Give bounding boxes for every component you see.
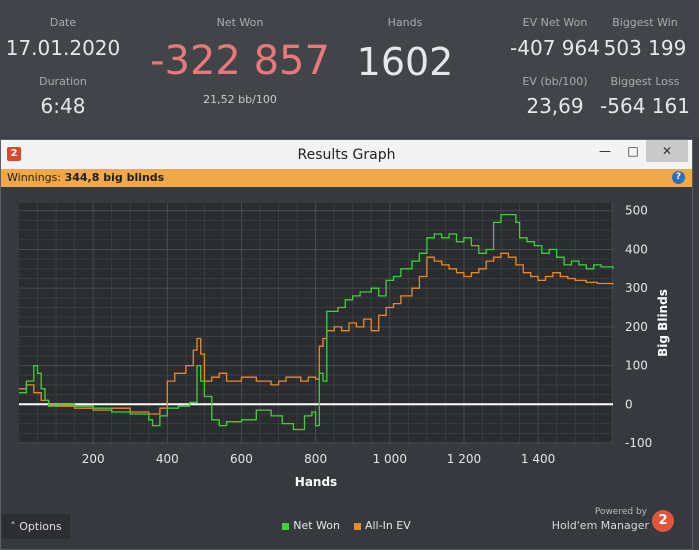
help-icon[interactable]: ? <box>672 171 685 184</box>
x-tick-label: 1 400 <box>521 452 555 466</box>
x-tick-label: 600 <box>230 452 253 466</box>
close-icon: ✕ <box>661 144 673 158</box>
date-label: Date <box>49 16 77 29</box>
title-bar[interactable]: 2 Results Graph — □ ✕ <box>1 140 692 169</box>
y-tick-label: 400 <box>625 242 648 256</box>
session-stats-panel: Date 17.01.2020 Duration 6:48 Net Won -3… <box>0 0 699 137</box>
biggest-win-label: Biggest Win <box>612 16 678 29</box>
minimize-icon: — <box>599 144 611 158</box>
hands-label: Hands <box>387 16 423 29</box>
biggest-loss-value: -564 161 <box>600 94 690 118</box>
biggest-loss-label: Biggest Loss <box>610 75 680 88</box>
y-tick-label: 300 <box>625 281 648 295</box>
minimize-button[interactable]: — <box>591 140 619 162</box>
results-chart: 200 400 600 800 1 000 1 200 1 400 -10001002003… <box>19 203 670 489</box>
net-won-bb100: 21,52 bb/100 <box>203 93 277 106</box>
maximize-button[interactable]: □ <box>619 140 647 162</box>
x-tick-label: 800 <box>304 452 327 466</box>
x-tick-label: 1 000 <box>373 452 407 466</box>
winnings-label: Winnings: <box>7 171 62 184</box>
y-axis-label: Big Blinds <box>656 289 670 357</box>
legend-net-won: Net Won <box>293 519 340 532</box>
y-tick-label: -100 <box>625 436 652 450</box>
x-tick-label: 200 <box>82 452 105 466</box>
hm2-brand-logo-icon: 2 <box>652 510 674 532</box>
y-tick-label: 0 <box>625 397 633 411</box>
close-button[interactable]: ✕ <box>646 140 688 162</box>
net-won-value: -322 857 <box>150 38 330 84</box>
y-tick-label: 200 <box>625 320 648 334</box>
legend-all-in-ev: All-In EV <box>364 519 411 532</box>
x-axis-ticks: 200 400 600 800 1 000 1 200 1 400 <box>82 452 556 466</box>
date-value: 17.01.2020 <box>5 36 121 60</box>
winnings-value: 344,8 big blinds <box>64 171 165 184</box>
x-tick-label: 1 200 <box>447 452 481 466</box>
x-tick-label: 400 <box>156 452 179 466</box>
window-title: Results Graph <box>297 147 396 163</box>
powered-by-text: Powered by <box>594 507 647 517</box>
y-tick-label: 500 <box>625 204 648 218</box>
y-tick-label: 100 <box>625 359 648 373</box>
legend-swatch-all-in-ev <box>353 522 361 530</box>
legend-swatch-net-won <box>282 522 290 530</box>
brand-name: Hold'em Manager <box>551 519 649 532</box>
hands-value: 1602 <box>356 40 454 84</box>
maximize-icon: □ <box>627 144 639 158</box>
net-won-label: Net Won <box>216 16 264 29</box>
winnings-bar: Winnings: 344,8 big blinds ? <box>1 169 692 187</box>
biggest-win-value: 503 199 <box>603 36 687 60</box>
x-axis-label: Hands <box>295 475 337 489</box>
y-axis-ticks: -100 0 100 200 300 400 500 <box>625 204 652 450</box>
duration-value: 6:48 <box>40 94 86 118</box>
results-graph-window: 2 Results Graph — □ ✕ Winnings: 344,8 bi… <box>0 139 693 550</box>
duration-label: Duration <box>39 75 87 88</box>
